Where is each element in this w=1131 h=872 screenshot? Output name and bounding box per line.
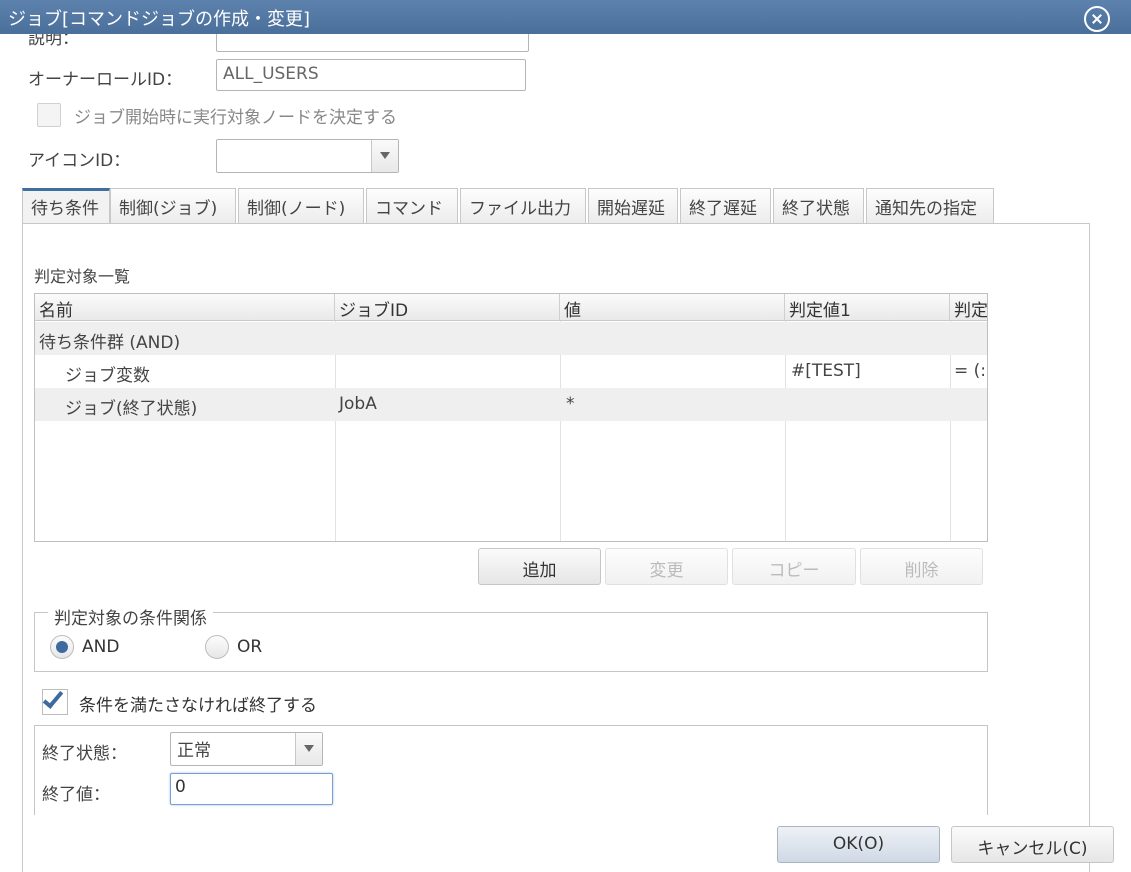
relation-legend: 判定対象の条件関係	[48, 604, 213, 629]
tab-end-delay[interactable]: 終了遅延	[680, 188, 771, 224]
cell-job-id: JobA	[339, 394, 377, 414]
end-if-unmet-checkbox[interactable]	[42, 687, 68, 715]
chevron-down-icon	[380, 152, 390, 159]
cell-job-id	[335, 355, 560, 388]
table-row[interactable]: ジョブ(終了状態) JobA *	[35, 388, 987, 421]
description-label: 説明：	[28, 34, 79, 49]
window-title: ジョブ[コマンドジョブの作成・変更]	[8, 9, 311, 30]
dropdown-button[interactable]	[371, 140, 398, 172]
tab-control-node[interactable]: 制御(ノード)	[238, 188, 364, 224]
tab-control-job[interactable]: 制御(ジョブ)	[110, 188, 236, 224]
chevron-down-icon	[304, 745, 314, 752]
tab-file-output[interactable]: ファイル出力	[460, 188, 586, 224]
or-radio[interactable]	[205, 635, 229, 659]
judge-list-title: 判定対象一覧	[34, 267, 131, 286]
description-input[interactable]	[216, 34, 529, 52]
end-value-input[interactable]: 0	[170, 773, 333, 805]
table-row[interactable]: 待ち条件群 (AND)	[35, 322, 987, 355]
copy-button[interactable]: コピー	[732, 548, 856, 585]
title-bar: ジョブ[コマンドジョブの作成・変更]	[0, 0, 1131, 34]
owner-role-label: オーナーロールID：	[28, 70, 183, 90]
cell-judge2	[950, 322, 987, 355]
cell-name: 待ち条件群 (AND)	[39, 333, 181, 353]
table-header: 名前 ジョブID 値 判定値1 判定	[35, 294, 987, 321]
judge-table: 名前 ジョブID 値 判定値1 判定 待ち条件群 (AND) ジョブ変数 #[T…	[34, 293, 988, 542]
close-icon[interactable]	[1084, 6, 1110, 32]
cell-value	[560, 322, 785, 355]
decide-node-label: ジョブ開始時に実行対象ノードを決定する	[74, 108, 397, 128]
cell-value: *	[566, 394, 575, 414]
tab-command[interactable]: コマンド	[366, 188, 458, 224]
delete-button[interactable]: 削除	[860, 548, 983, 585]
column-header-value[interactable]: 値	[560, 294, 785, 321]
and-label: AND	[82, 637, 120, 657]
column-header-name[interactable]: 名前	[35, 294, 335, 321]
end-status-label: 終了状態：	[42, 744, 127, 764]
add-button[interactable]: 追加	[478, 548, 601, 585]
cell-judge2: = (:	[954, 361, 987, 381]
icon-id-label: アイコンID：	[28, 151, 131, 171]
modify-button[interactable]: 変更	[605, 548, 728, 585]
icon-id-select[interactable]	[216, 139, 399, 173]
owner-role-input[interactable]: ALL_USERS	[216, 59, 526, 91]
cell-judge1	[785, 388, 950, 421]
end-status-value: 正常	[177, 741, 211, 761]
dropdown-button[interactable]	[295, 733, 322, 765]
end-if-unmet-label: 条件を満たさなければ終了する	[79, 696, 317, 716]
cell-judge1: #[TEST]	[791, 361, 861, 381]
tab-wait-condition[interactable]: 待ち条件	[22, 188, 110, 224]
or-label: OR	[237, 637, 263, 657]
column-header-judge2[interactable]: 判定	[950, 294, 987, 321]
end-value-label: 終了値：	[42, 785, 110, 805]
ok-button[interactable]: OK(O)	[777, 826, 940, 863]
cell-name: ジョブ変数	[65, 366, 150, 386]
tab-start-delay[interactable]: 開始遅延	[588, 188, 678, 224]
tab-notify[interactable]: 通知先の指定	[866, 188, 994, 224]
check-icon	[42, 687, 64, 709]
cell-judge1	[785, 322, 950, 355]
cancel-button[interactable]: キャンセル(C)	[951, 826, 1114, 863]
end-status-select[interactable]: 正常	[170, 732, 323, 766]
cell-job-id	[335, 322, 560, 355]
cell-value	[560, 355, 785, 388]
column-header-job-id[interactable]: ジョブID	[335, 294, 560, 321]
dialog-content: 説明： オーナーロールID： ALL_USERS ジョブ開始時に実行対象ノードを…	[0, 34, 1131, 872]
decide-node-checkbox[interactable]	[37, 103, 61, 127]
column-header-judge1[interactable]: 判定値1	[785, 294, 950, 321]
cell-judge2	[950, 388, 987, 421]
and-radio[interactable]	[50, 635, 74, 659]
table-row[interactable]: ジョブ変数 #[TEST] = (:	[35, 355, 987, 388]
tab-end-status[interactable]: 終了状態	[773, 188, 864, 224]
cell-name: ジョブ(終了状態)	[65, 399, 198, 419]
